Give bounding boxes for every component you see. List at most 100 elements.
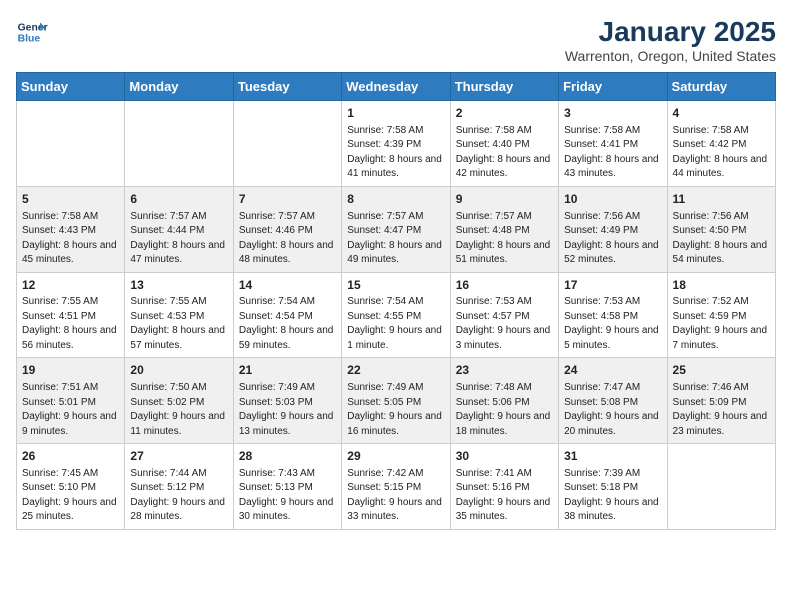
calendar-day-cell xyxy=(125,101,233,187)
day-info: Sunrise: 7:51 AM Sunset: 5:01 PM Dayligh… xyxy=(22,381,119,439)
day-number: 8 xyxy=(347,191,444,208)
calendar-day-cell: 29 Sunrise: 7:42 AM Sunset: 5:15 PM Dayli… xyxy=(342,444,450,530)
day-info: Sunrise: 7:46 AM Sunset: 5:09 PM Dayligh… xyxy=(673,381,770,439)
day-number: 13 xyxy=(130,277,227,294)
day-info: Sunrise: 7:54 AM Sunset: 4:55 PM Dayligh… xyxy=(347,295,444,353)
day-info: Sunrise: 7:48 AM Sunset: 5:06 PM Dayligh… xyxy=(456,381,553,439)
calendar-day-cell: 2 Sunrise: 7:58 AM Sunset: 4:40 PM Daylig… xyxy=(450,101,558,187)
day-info: Sunrise: 7:58 AM Sunset: 4:43 PM Dayligh… xyxy=(22,210,119,268)
day-info: Sunrise: 7:42 AM Sunset: 5:15 PM Dayligh… xyxy=(347,467,444,525)
day-info: Sunrise: 7:49 AM Sunset: 5:03 PM Dayligh… xyxy=(239,381,336,439)
day-number: 5 xyxy=(22,191,119,208)
calendar-day-cell: 4 Sunrise: 7:58 AM Sunset: 4:42 PM Daylig… xyxy=(667,101,775,187)
calendar-day-cell xyxy=(233,101,341,187)
day-info: Sunrise: 7:57 AM Sunset: 4:46 PM Dayligh… xyxy=(239,210,336,268)
day-number: 19 xyxy=(22,362,119,379)
day-number: 12 xyxy=(22,277,119,294)
calendar-day-cell: 1 Sunrise: 7:58 AM Sunset: 4:39 PM Daylig… xyxy=(342,101,450,187)
day-info: Sunrise: 7:58 AM Sunset: 4:41 PM Dayligh… xyxy=(564,124,661,182)
calendar-day-cell: 25 Sunrise: 7:46 AM Sunset: 5:09 PM Dayli… xyxy=(667,358,775,444)
calendar-day-cell: 26 Sunrise: 7:45 AM Sunset: 5:10 PM Dayli… xyxy=(17,444,125,530)
month-title: January 2025 xyxy=(565,16,776,48)
day-info: Sunrise: 7:54 AM Sunset: 4:54 PM Dayligh… xyxy=(239,295,336,353)
day-number: 4 xyxy=(673,105,770,122)
calendar-day-cell: 20 Sunrise: 7:50 AM Sunset: 5:02 PM Dayli… xyxy=(125,358,233,444)
calendar-day-cell: 28 Sunrise: 7:43 AM Sunset: 5:13 PM Dayli… xyxy=(233,444,341,530)
logo: General Blue xyxy=(16,16,48,48)
calendar-day-cell: 23 Sunrise: 7:48 AM Sunset: 5:06 PM Dayli… xyxy=(450,358,558,444)
day-number: 7 xyxy=(239,191,336,208)
day-number: 23 xyxy=(456,362,553,379)
calendar-day-cell: 18Sunrise: 7:52 AM Sunset: 4:59 PM Dayli… xyxy=(667,272,775,358)
day-number: 28 xyxy=(239,448,336,465)
day-info: Sunrise: 7:47 AM Sunset: 5:08 PM Dayligh… xyxy=(564,381,661,439)
day-info: Sunrise: 7:57 AM Sunset: 4:44 PM Dayligh… xyxy=(130,210,227,268)
day-info: Sunrise: 7:58 AM Sunset: 4:40 PM Dayligh… xyxy=(456,124,553,182)
day-number: 29 xyxy=(347,448,444,465)
day-number: 1 xyxy=(347,105,444,122)
day-info: Sunrise: 7:43 AM Sunset: 5:13 PM Dayligh… xyxy=(239,467,336,525)
col-header-monday: Monday xyxy=(125,73,233,101)
day-info: Sunrise: 7:57 AM Sunset: 4:48 PM Dayligh… xyxy=(456,210,553,268)
day-info: Sunrise: 7:45 AM Sunset: 5:10 PM Dayligh… xyxy=(22,467,119,525)
day-number: 21 xyxy=(239,362,336,379)
day-info: Sunrise: 7:55 AM Sunset: 4:53 PM Dayligh… xyxy=(130,295,227,353)
day-info: Sunrise: 7:58 AM Sunset: 4:39 PM Dayligh… xyxy=(347,124,444,182)
calendar-day-cell: 27Sunrise: 7:44 AM Sunset: 5:12 PM Dayli… xyxy=(125,444,233,530)
col-header-friday: Friday xyxy=(559,73,667,101)
day-number: 24 xyxy=(564,362,661,379)
day-number: 31 xyxy=(564,448,661,465)
day-number: 15 xyxy=(347,277,444,294)
calendar-day-cell: 17Sunrise: 7:53 AM Sunset: 4:58 PM Dayli… xyxy=(559,272,667,358)
day-number: 14 xyxy=(239,277,336,294)
col-header-tuesday: Tuesday xyxy=(233,73,341,101)
day-info: Sunrise: 7:56 AM Sunset: 4:50 PM Dayligh… xyxy=(673,210,770,268)
day-number: 17 xyxy=(564,277,661,294)
day-info: Sunrise: 7:50 AM Sunset: 5:02 PM Dayligh… xyxy=(130,381,227,439)
day-info: Sunrise: 7:57 AM Sunset: 4:47 PM Dayligh… xyxy=(347,210,444,268)
calendar-table: SundayMondayTuesdayWednesdayThursdayFrid… xyxy=(16,72,776,530)
day-number: 11 xyxy=(673,191,770,208)
calendar-day-cell: 15Sunrise: 7:54 AM Sunset: 4:55 PM Dayli… xyxy=(342,272,450,358)
day-number: 3 xyxy=(564,105,661,122)
day-number: 18 xyxy=(673,277,770,294)
calendar-week-row: 5 Sunrise: 7:58 AM Sunset: 4:43 PM Daylig… xyxy=(17,186,776,272)
calendar-day-cell: 24 Sunrise: 7:47 AM Sunset: 5:08 PM Dayli… xyxy=(559,358,667,444)
day-number: 25 xyxy=(673,362,770,379)
calendar-day-cell: 7 Sunrise: 7:57 AM Sunset: 4:46 PM Daylig… xyxy=(233,186,341,272)
day-number: 27 xyxy=(130,448,227,465)
calendar-week-row: 12Sunrise: 7:55 AM Sunset: 4:51 PM Dayli… xyxy=(17,272,776,358)
day-info: Sunrise: 7:56 AM Sunset: 4:49 PM Dayligh… xyxy=(564,210,661,268)
calendar-day-cell: 10 Sunrise: 7:56 AM Sunset: 4:49 PM Dayli… xyxy=(559,186,667,272)
day-number: 10 xyxy=(564,191,661,208)
calendar-day-cell: 21 Sunrise: 7:49 AM Sunset: 5:03 PM Dayli… xyxy=(233,358,341,444)
calendar-day-cell: 5 Sunrise: 7:58 AM Sunset: 4:43 PM Daylig… xyxy=(17,186,125,272)
calendar-header-row: SundayMondayTuesdayWednesdayThursdayFrid… xyxy=(17,73,776,101)
day-number: 26 xyxy=(22,448,119,465)
title-block: January 2025 Warrenton, Oregon, United S… xyxy=(565,16,776,64)
day-info: Sunrise: 7:41 AM Sunset: 5:16 PM Dayligh… xyxy=(456,467,553,525)
calendar-day-cell: 31 Sunrise: 7:39 AM Sunset: 5:18 PM Dayli… xyxy=(559,444,667,530)
calendar-week-row: 1 Sunrise: 7:58 AM Sunset: 4:39 PM Daylig… xyxy=(17,101,776,187)
calendar-day-cell: 30 Sunrise: 7:41 AM Sunset: 5:16 PM Dayli… xyxy=(450,444,558,530)
calendar-day-cell: 9 Sunrise: 7:57 AM Sunset: 4:48 PM Daylig… xyxy=(450,186,558,272)
day-number: 20 xyxy=(130,362,227,379)
day-number: 9 xyxy=(456,191,553,208)
calendar-day-cell xyxy=(667,444,775,530)
col-header-wednesday: Wednesday xyxy=(342,73,450,101)
calendar-day-cell: 14Sunrise: 7:54 AM Sunset: 4:54 PM Dayli… xyxy=(233,272,341,358)
day-info: Sunrise: 7:52 AM Sunset: 4:59 PM Dayligh… xyxy=(673,295,770,353)
day-info: Sunrise: 7:39 AM Sunset: 5:18 PM Dayligh… xyxy=(564,467,661,525)
calendar-day-cell: 8 Sunrise: 7:57 AM Sunset: 4:47 PM Daylig… xyxy=(342,186,450,272)
day-info: Sunrise: 7:58 AM Sunset: 4:42 PM Dayligh… xyxy=(673,124,770,182)
day-number: 30 xyxy=(456,448,553,465)
calendar-day-cell: 6Sunrise: 7:57 AM Sunset: 4:44 PM Daylig… xyxy=(125,186,233,272)
svg-text:Blue: Blue xyxy=(18,34,41,45)
col-header-sunday: Sunday xyxy=(17,73,125,101)
day-info: Sunrise: 7:53 AM Sunset: 4:57 PM Dayligh… xyxy=(456,295,553,353)
day-number: 22 xyxy=(347,362,444,379)
day-number: 16 xyxy=(456,277,553,294)
calendar-week-row: 26 Sunrise: 7:45 AM Sunset: 5:10 PM Dayli… xyxy=(17,444,776,530)
day-number: 2 xyxy=(456,105,553,122)
location-subtitle: Warrenton, Oregon, United States xyxy=(565,48,776,64)
